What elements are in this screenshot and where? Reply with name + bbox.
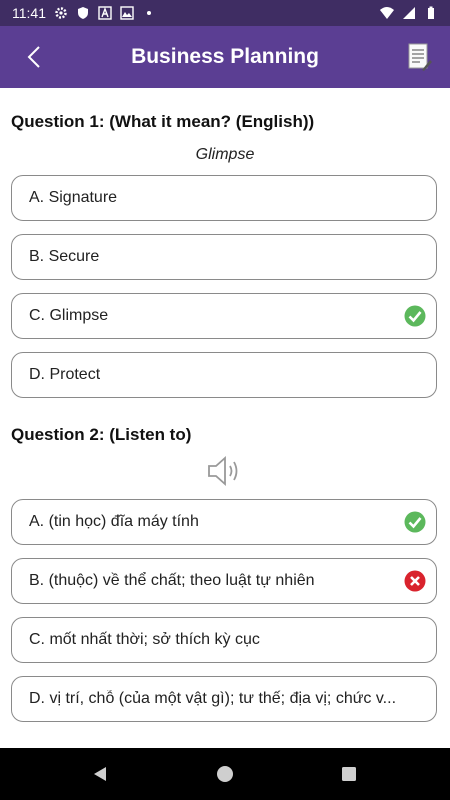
recents-square-icon: [342, 767, 356, 781]
image-icon: [120, 6, 134, 20]
option-label: A. (tin học) đĩa máy tính: [29, 513, 199, 530]
status-time: 11:41: [12, 5, 46, 21]
question-2-option-b[interactable]: B. (thuộc) về thể chất; theo luật tự nhi…: [11, 558, 437, 604]
check-icon: [404, 511, 426, 533]
option-label: B. (thuộc) về thể chất; theo luật tự nhi…: [29, 572, 315, 589]
question-1-word: Glimpse: [195, 146, 255, 163]
status-bar: 11:41: [0, 0, 450, 26]
question-1-option-c[interactable]: C. Glimpse: [11, 293, 437, 339]
option-label: D. vị trí, chỗ (của một vật gì); tư thế;…: [29, 690, 397, 707]
speaker-icon[interactable]: [206, 454, 244, 488]
quiz-content: Question 1: (What it mean? (English)) Gl…: [0, 88, 450, 748]
signal-icon: [403, 7, 415, 19]
wifi-icon: [380, 7, 394, 19]
nav-home-button[interactable]: [213, 762, 237, 786]
check-icon: [404, 305, 426, 327]
dot-icon: [147, 11, 151, 15]
question-2-option-c[interactable]: C. mốt nhất thời; sở thích kỳ cục: [11, 617, 437, 663]
question-2-option-d[interactable]: D. vị trí, chỗ (của một vật gì); tư thế;…: [11, 676, 437, 722]
question-1-option-a[interactable]: A. Signature: [11, 175, 437, 221]
cross-icon: [404, 570, 426, 592]
option-label: A. Signature: [29, 189, 118, 206]
question-2-title: Question 2: (Listen to): [11, 425, 192, 444]
option-label: C. mốt nhất thời; sở thích kỳ cục: [29, 631, 260, 648]
question-1-option-d[interactable]: D. Protect: [11, 352, 437, 398]
gear-icon: [55, 7, 67, 19]
chevron-left-icon: [27, 46, 40, 68]
option-label: D. Protect: [29, 366, 101, 383]
back-button[interactable]: [20, 43, 48, 71]
shield-icon: [78, 7, 88, 19]
document-icon: [408, 43, 432, 71]
option-label: C. Glimpse: [29, 307, 109, 324]
option-label: B. Secure: [29, 248, 100, 265]
nav-recents-button[interactable]: [337, 762, 361, 786]
nav-back-button[interactable]: [88, 762, 112, 786]
question-1-option-b[interactable]: B. Secure: [11, 234, 437, 280]
system-nav-bar: [0, 748, 450, 800]
app-bar: Business Planning: [0, 26, 450, 88]
question-2-option-a[interactable]: A. (tin học) đĩa máy tính: [11, 499, 437, 545]
battery-icon: [428, 6, 434, 19]
question-1-title: Question 1: (What it mean? (English)): [11, 112, 315, 131]
page-title: Business Planning: [131, 45, 319, 68]
back-triangle-icon: [94, 767, 106, 781]
home-circle-icon: [217, 766, 233, 782]
font-icon: [98, 6, 112, 20]
document-button[interactable]: [406, 42, 432, 72]
